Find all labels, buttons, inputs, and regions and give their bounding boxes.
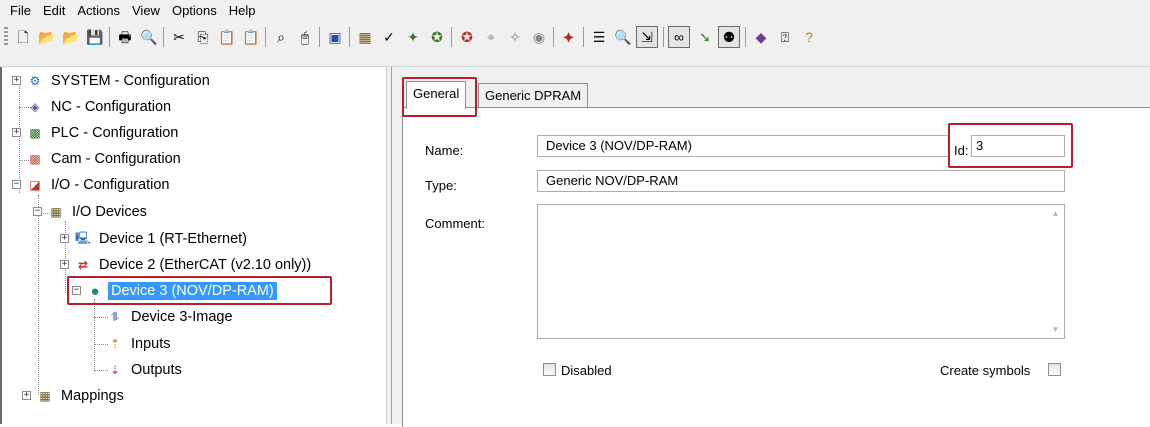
find-icon[interactable]: ⌕ (270, 26, 292, 48)
print-icon[interactable]: 🖶 (114, 26, 136, 48)
type-field: Generic NOV/DP-RAM (537, 170, 1065, 192)
collapse-icon[interactable]: − (33, 207, 42, 216)
menu-actions[interactable]: Actions (71, 0, 126, 21)
id-field[interactable]: 3 (971, 135, 1065, 157)
toolbar: 🗋 📂 📂 💾 🖶 🔍 ✂ ⎘ 📋 📋 ⌕ 🖱 ▣ ▦ ✓ ✦ ✪ ✪ ⌖ ✧ … (0, 21, 1150, 67)
restart-icon[interactable]: ✪ (456, 26, 478, 48)
tree-item-io-devices[interactable]: − ▦ I/O Devices (33, 199, 150, 225)
tree-item-device3-image[interactable]: ⥮ Device 3-Image (106, 304, 236, 330)
name-label: Name: (425, 143, 464, 158)
comment-scrollbar[interactable]: ▲ ▼ (1047, 205, 1064, 338)
system-config-icon: ⚙ (29, 74, 41, 88)
tree-item-cam[interactable]: ▩ Cam - Configuration (26, 146, 184, 172)
disabled-checkbox[interactable] (543, 363, 556, 376)
tree-item-nc[interactable]: ◈ NC - Configuration (26, 94, 174, 120)
tree-item-device1[interactable]: + 🖳 Device 1 (RT-Ethernet) (60, 226, 250, 252)
nc-config-icon: ◈ (30, 100, 40, 114)
cut-icon[interactable]: ✂ (168, 26, 190, 48)
menu-edit[interactable]: Edit (37, 0, 71, 21)
tree-pane: + ⚙ SYSTEM - Configuration ◈ NC - Config… (0, 67, 386, 424)
mouse-icon[interactable]: 🖱 (294, 26, 316, 48)
properties-pane: General Generic DPRAM Name: Device 3 (NO… (392, 67, 1150, 427)
disabled-label: Disabled (561, 363, 612, 378)
scope-icon[interactable]: ⌖ (480, 26, 502, 48)
expand-icon[interactable]: + (60, 260, 69, 269)
tree-item-mappings[interactable]: + ▦ Mappings (22, 383, 127, 409)
config-mode-icon[interactable]: ✦ (402, 26, 424, 48)
menu-bar: File Edit Actions View Options Help (0, 0, 1150, 21)
ethercat-device-icon: ⇄ (77, 258, 89, 272)
mappings-icon: ▦ (39, 389, 51, 403)
comment-textarea[interactable]: ▲ ▼ (537, 204, 1065, 339)
scroll-down-icon[interactable]: ▼ (1047, 321, 1064, 338)
check-icon[interactable]: ✓ (378, 26, 400, 48)
book-icon[interactable]: ◆ (750, 26, 772, 48)
paste-icon[interactable]: 📋 (216, 26, 238, 48)
paste-special-icon[interactable]: 📋 (240, 26, 262, 48)
help-icon[interactable]: ⍰ (774, 26, 796, 48)
collapse-icon[interactable]: − (72, 286, 81, 295)
tree-item-inputs[interactable]: ⇡ Inputs (106, 331, 174, 357)
save-icon[interactable]: 💾 (84, 26, 106, 48)
activate-config-icon[interactable]: ▦ (354, 26, 376, 48)
target-system-icon[interactable]: ▣ (324, 26, 346, 48)
id-label: Id: (954, 143, 969, 158)
dpram-device-icon: ● (90, 282, 100, 300)
io-devices-icon: ▦ (50, 205, 62, 219)
watch-icon[interactable]: ✧ (504, 26, 526, 48)
cam-config-icon: ▩ (29, 152, 41, 166)
expand-icon[interactable]: + (22, 391, 31, 400)
create-symbols-label: Create symbols (940, 363, 1031, 378)
scroll-up-icon[interactable]: ▲ (1047, 205, 1064, 222)
menu-options[interactable]: Options (166, 0, 223, 21)
variable-link-icon[interactable]: ⇲ (636, 26, 658, 48)
tree-item-io[interactable]: − ◪ I/O - Configuration (12, 172, 172, 198)
create-symbols-checkbox[interactable] (1048, 363, 1061, 376)
tree-item-device2[interactable]: + ⇄ Device 2 (EtherCAT (v2.10 only)) (60, 252, 314, 278)
expand-icon[interactable]: + (12, 76, 21, 85)
inputs-icon: ⇡ (109, 337, 121, 351)
open-folder-icon[interactable]: 📂 (36, 26, 58, 48)
menu-view[interactable]: View (126, 0, 166, 21)
general-panel: Name: Device 3 (NOV/DP-RAM) Id: 3 Type: … (402, 107, 1150, 427)
tree-item-outputs[interactable]: ⇣ Outputs (106, 357, 185, 383)
open-recent-icon[interactable]: 📂 (60, 26, 82, 48)
tab-general[interactable]: General (406, 81, 467, 109)
tree-item-plc[interactable]: + ▩ PLC - Configuration (12, 120, 181, 146)
image-icon: ⥮ (110, 309, 120, 324)
link-icon[interactable]: ◉ (528, 26, 550, 48)
tree-item-device3[interactable]: − ● Device 3 (NOV/DP-RAM) (72, 278, 277, 304)
ethernet-device-icon: 🖳 (74, 230, 91, 245)
run-mode-icon[interactable]: ✪ (426, 26, 448, 48)
green-arrow-icon[interactable]: ➘ (694, 26, 716, 48)
new-file-icon[interactable]: 🗋 (12, 26, 34, 48)
print-preview-icon[interactable]: 🔍 (138, 26, 160, 48)
question-icon[interactable]: ? (798, 26, 820, 48)
name-field[interactable]: Device 3 (NOV/DP-RAM) (537, 135, 949, 157)
menu-file[interactable]: File (4, 0, 37, 21)
comment-label: Comment: (425, 216, 485, 231)
tree-item-system[interactable]: + ⚙ SYSTEM - Configuration (12, 68, 213, 94)
copy-icon[interactable]: ⎘ (192, 26, 214, 48)
search-icon[interactable]: ☰ (588, 26, 610, 48)
expand-icon[interactable]: + (12, 128, 21, 137)
zoom-icon[interactable]: 🔍 (612, 26, 634, 48)
glasses-icon[interactable]: ∞ (668, 26, 690, 48)
expand-icon[interactable]: + (60, 234, 69, 243)
tab-generic-dpram[interactable]: Generic DPRAM (478, 83, 589, 109)
menu-help[interactable]: Help (223, 0, 262, 21)
collapse-icon[interactable]: − (12, 180, 21, 189)
plc-config-icon: ▩ (29, 126, 41, 140)
show-online-icon[interactable]: ⚉ (718, 26, 740, 48)
io-config-icon: ◪ (29, 178, 41, 192)
toolbar-grip[interactable] (4, 27, 8, 45)
outputs-icon: ⇣ (109, 363, 121, 377)
calc-icon[interactable]: ⯌ (558, 26, 580, 48)
type-label: Type: (425, 178, 457, 193)
